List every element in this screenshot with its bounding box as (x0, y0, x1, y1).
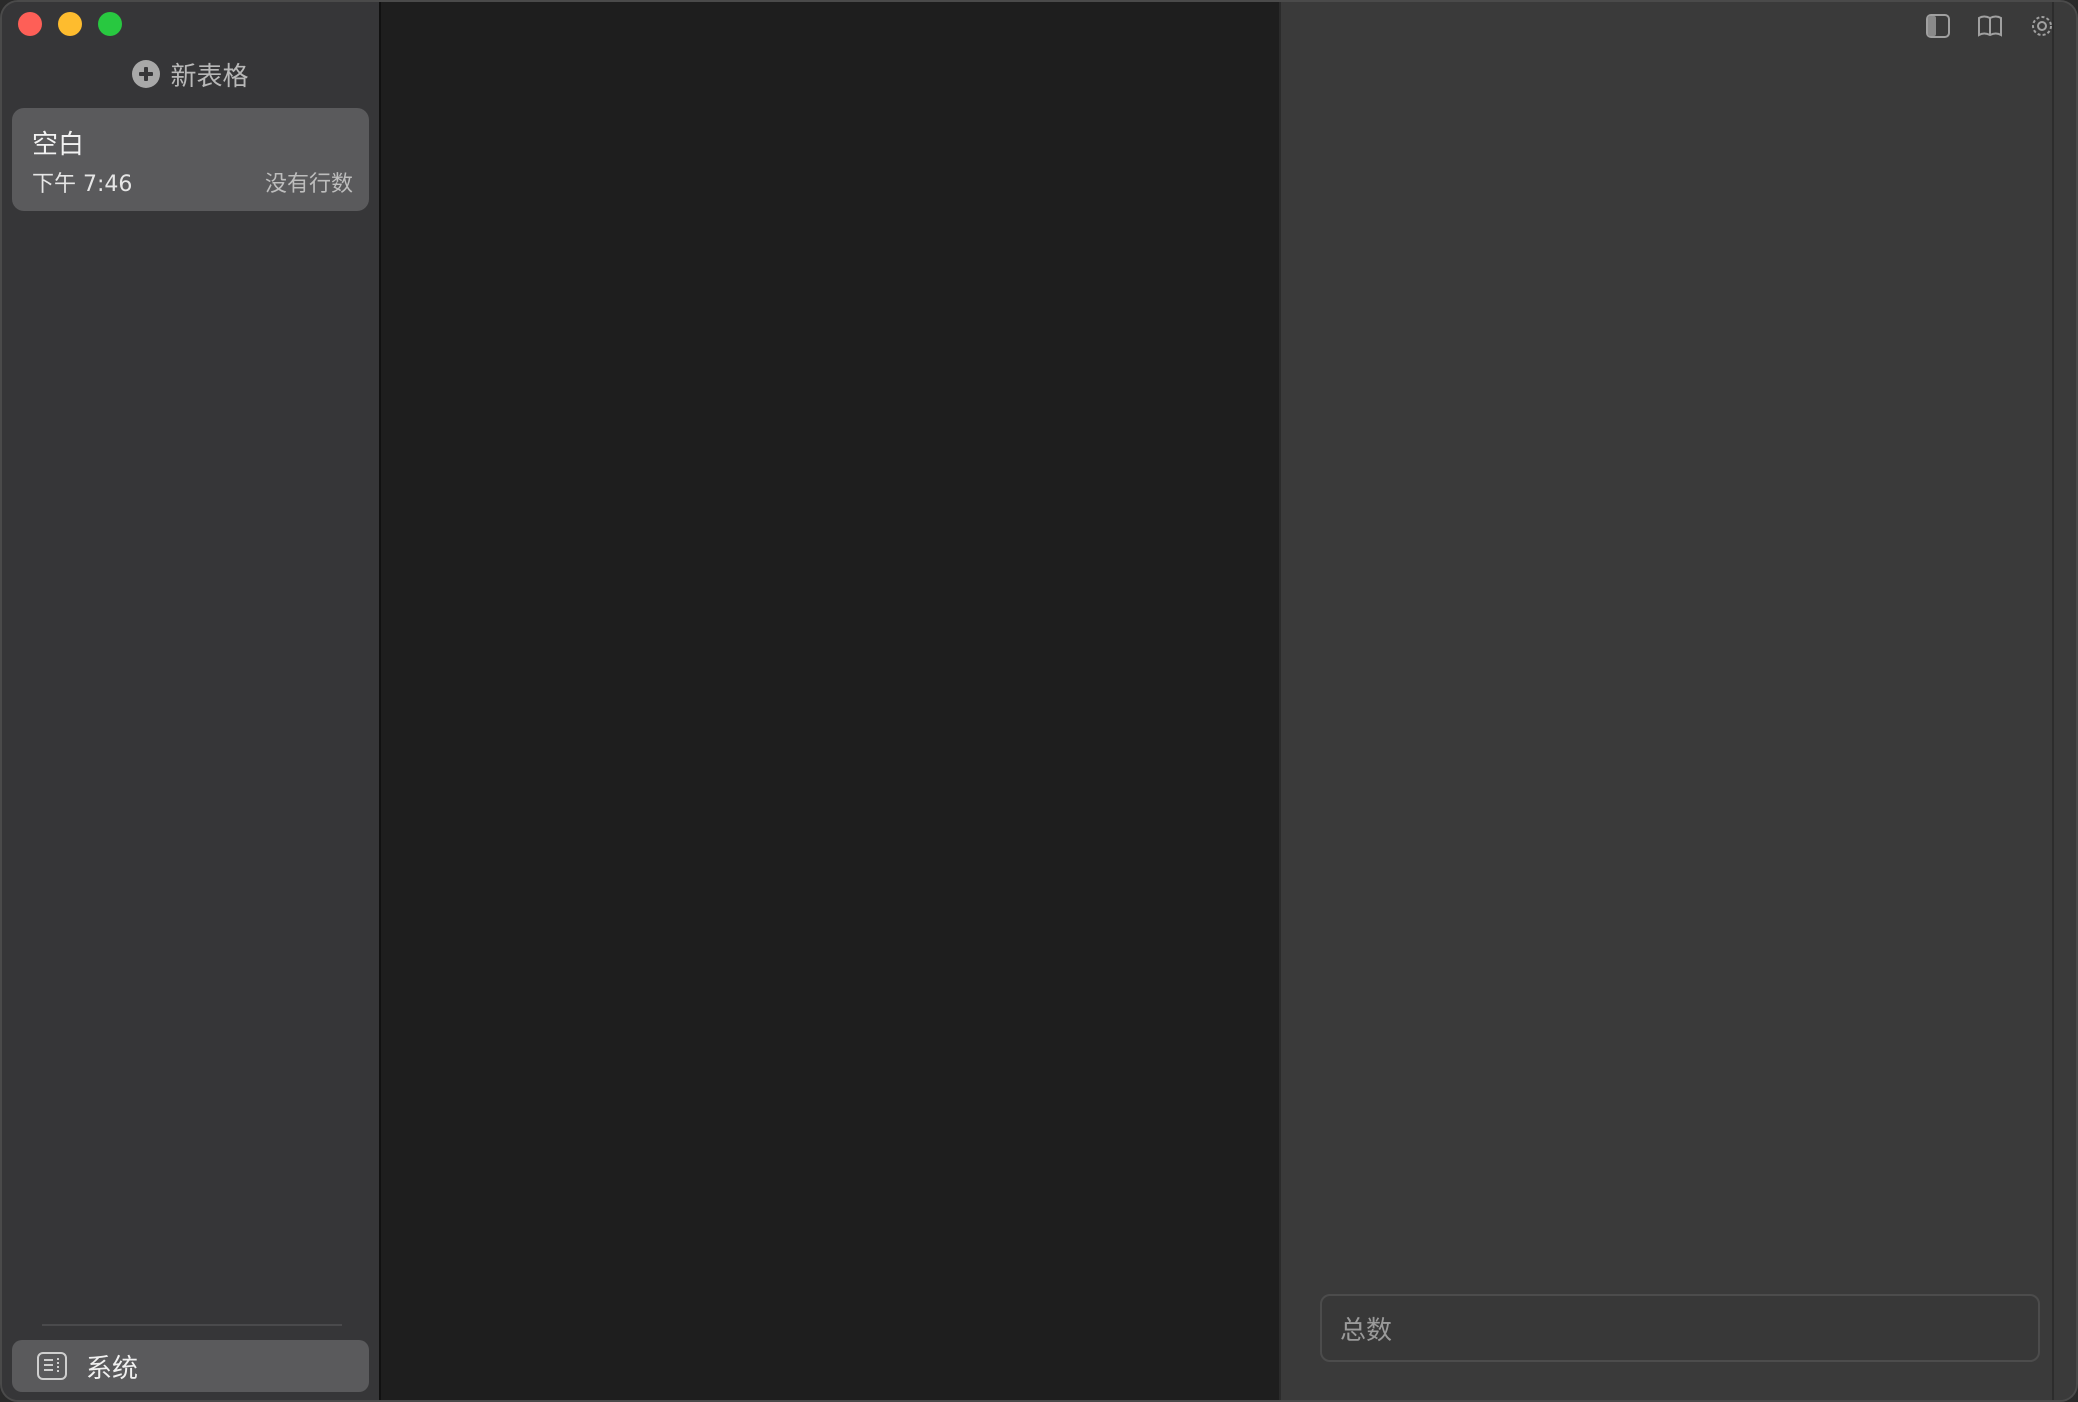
maximize-window-button[interactable] (98, 12, 122, 36)
sidebar-panel-icon (37, 1352, 67, 1380)
toolbar (1924, 12, 2056, 40)
new-sheet-button[interactable]: 新表格 (2, 54, 379, 94)
total-label: 总数 (1340, 1315, 1393, 1346)
sidebar: 新表格 空白 下午 7:46 没有行数 系统 (2, 2, 379, 1400)
book-icon[interactable] (1976, 12, 2004, 40)
close-window-button[interactable] (18, 12, 42, 36)
sheet-row-count: 没有行数 (264, 172, 353, 197)
content-pane (379, 2, 1279, 1400)
plus-circle-icon (132, 60, 161, 88)
sidebar-toggle-icon[interactable] (1924, 12, 1952, 40)
minimize-window-button[interactable] (58, 12, 82, 36)
total-field[interactable]: 总数 (1320, 1294, 2040, 1362)
sheet-list-item[interactable]: 空白 下午 7:46 没有行数 (12, 108, 369, 211)
inspector-pane (1281, 2, 2052, 1400)
new-sheet-label: 新表格 (170, 61, 249, 92)
sidebar-item-system[interactable]: 系统 (12, 1340, 369, 1392)
system-label: 系统 (86, 1353, 139, 1384)
window-controls (18, 12, 122, 36)
app-window: 新表格 空白 下午 7:46 没有行数 系统 总数 (0, 0, 2078, 1402)
sheet-time: 下午 7:46 (32, 172, 133, 197)
scrollbar[interactable] (2052, 2, 2076, 1400)
gear-icon[interactable] (2028, 12, 2056, 40)
sidebar-divider (42, 1324, 342, 1326)
sheet-title: 空白 (32, 130, 85, 160)
